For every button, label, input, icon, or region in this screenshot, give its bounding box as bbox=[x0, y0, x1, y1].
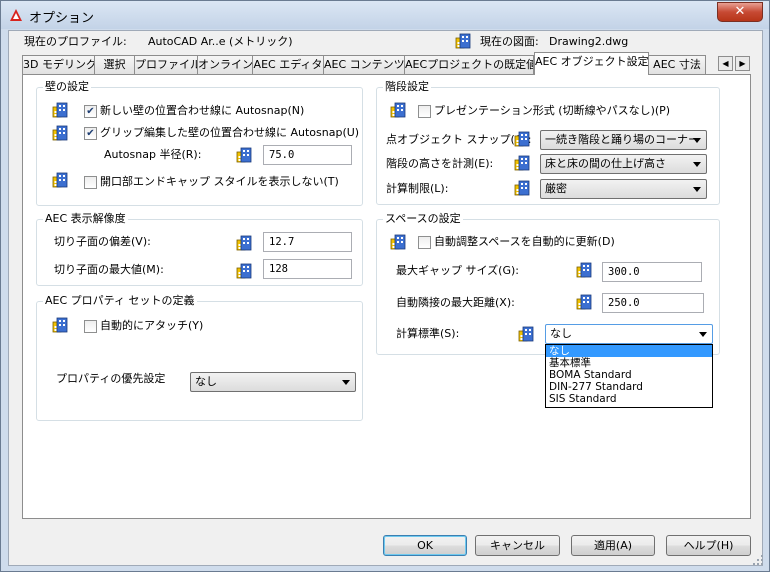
auto-attach-label[interactable]: 自動的にアタッチ(Y) bbox=[100, 319, 203, 333]
hide-endcap-checkbox[interactable] bbox=[84, 176, 97, 189]
help-button[interactable]: ヘルプ(H) bbox=[666, 535, 751, 556]
max-adjacency-input[interactable]: 250.0 bbox=[602, 293, 704, 313]
snap-new-wall-checkbox[interactable]: ✔ bbox=[84, 105, 97, 118]
current-drawing-label: 現在の図面: bbox=[480, 35, 539, 48]
max-gap-input[interactable]: 300.0 bbox=[602, 262, 702, 282]
building-icon bbox=[514, 131, 530, 147]
autosnap-radius-label: Autosnap 半径(R): bbox=[104, 148, 202, 161]
building-icon bbox=[236, 147, 252, 163]
apply-button[interactable]: 適用(A) bbox=[571, 535, 655, 556]
building-icon bbox=[52, 102, 68, 118]
auto-update-space-label[interactable]: 自動調整スペースを自動的に更新(D) bbox=[434, 235, 615, 249]
calc-limit-select[interactable]: 厳密 bbox=[540, 179, 707, 199]
presentation-checkbox[interactable] bbox=[418, 105, 431, 118]
building-icon bbox=[236, 263, 252, 279]
dropdown-option-din277[interactable]: DIN-277 Standard bbox=[546, 381, 712, 393]
calc-standard-value: なし bbox=[550, 327, 572, 340]
property-priority-value: なし bbox=[195, 375, 217, 388]
tab-3d-modeling[interactable]: 3D モデリング bbox=[22, 55, 95, 74]
facet-deviation-input[interactable]: 12.7 bbox=[263, 232, 352, 252]
chevron-down-icon bbox=[342, 380, 350, 385]
stair-height-select[interactable]: 床と床の間の仕上げ高さ bbox=[540, 154, 707, 174]
chevron-down-icon bbox=[699, 332, 707, 337]
window-title: オプション bbox=[29, 11, 95, 26]
ok-button[interactable]: OK bbox=[383, 535, 467, 556]
tab-aec-content[interactable]: AEC コンテンツ bbox=[323, 55, 405, 74]
autosnap-radius-input[interactable]: 75.0 bbox=[263, 145, 352, 165]
property-priority-select[interactable]: なし bbox=[190, 372, 356, 392]
building-icon bbox=[52, 172, 68, 188]
wall-settings-title: 壁の設定 bbox=[43, 80, 91, 94]
autocad-app-icon bbox=[10, 9, 22, 21]
auto-update-space-checkbox[interactable] bbox=[418, 236, 431, 249]
building-icon bbox=[514, 155, 530, 171]
object-snap-label: 点オブジェクト スナップ(O): bbox=[386, 133, 532, 146]
chevron-down-icon bbox=[693, 138, 701, 143]
object-snap-value: 一続き階段と踊り場のコーナー bbox=[545, 133, 699, 146]
property-set-title: AEC プロパティ セットの定義 bbox=[43, 294, 197, 308]
building-icon bbox=[455, 33, 471, 49]
building-icon bbox=[518, 326, 534, 342]
dropdown-option-sis[interactable]: SIS Standard bbox=[546, 393, 712, 405]
property-priority-label: プロパティの優先設定 bbox=[56, 372, 166, 385]
dropdown-option-basic[interactable]: 基本標準 bbox=[546, 357, 712, 369]
tab-scroll-right-button[interactable]: ▶ bbox=[735, 56, 750, 71]
calc-standard-label: 計算標準(S): bbox=[396, 327, 460, 340]
snap-new-wall-label[interactable]: 新しい壁の位置合わせ線に Autosnap(N) bbox=[100, 104, 304, 118]
facet-max-input[interactable]: 128 bbox=[263, 259, 352, 279]
snap-grip-wall-checkbox[interactable]: ✔ bbox=[84, 127, 97, 140]
building-icon bbox=[390, 102, 406, 118]
tab-online[interactable]: オンライン bbox=[197, 55, 253, 74]
dropdown-option-boma[interactable]: BOMA Standard bbox=[546, 369, 712, 381]
building-icon bbox=[52, 317, 68, 333]
calc-limit-value: 厳密 bbox=[545, 182, 567, 195]
building-icon bbox=[236, 235, 252, 251]
current-drawing-value: Drawing2.dwg bbox=[549, 35, 629, 48]
object-snap-select[interactable]: 一続き階段と踊り場のコーナー bbox=[540, 130, 707, 150]
calc-standard-dropdown-list: なし 基本標準 BOMA Standard DIN-277 Standard S… bbox=[545, 344, 713, 408]
tab-aec-object-settings[interactable]: AEC オブジェクト設定 bbox=[534, 52, 649, 75]
tab-profile[interactable]: プロファイル bbox=[134, 55, 198, 74]
building-icon bbox=[514, 180, 530, 196]
tab-scroll-left-button[interactable]: ◀ bbox=[718, 56, 733, 71]
tab-aec-dimension[interactable]: AEC 寸法 bbox=[648, 55, 706, 74]
calc-standard-select[interactable]: なし bbox=[545, 324, 713, 344]
calc-limit-label: 計算制限(L): bbox=[386, 182, 449, 195]
display-resolution-title: AEC 表示解像度 bbox=[43, 212, 128, 226]
tab-aec-editor[interactable]: AEC エディタ bbox=[252, 55, 324, 74]
cancel-button[interactable]: キャンセル bbox=[475, 535, 560, 556]
facet-max-label: 切り子面の最大値(M): bbox=[54, 263, 164, 276]
chevron-down-icon bbox=[693, 187, 701, 192]
building-icon bbox=[390, 234, 406, 250]
tab-selection[interactable]: 選択 bbox=[94, 55, 135, 74]
auto-attach-checkbox[interactable] bbox=[84, 320, 97, 333]
hide-endcap-label[interactable]: 開口部エンドキャップ スタイルを表示しない(T) bbox=[100, 175, 339, 189]
max-gap-label: 最大ギャップ サイズ(G): bbox=[396, 264, 519, 277]
stair-settings-title: 階段設定 bbox=[383, 80, 431, 94]
stair-height-value: 床と床の間の仕上げ高さ bbox=[545, 157, 666, 170]
building-icon bbox=[576, 262, 592, 278]
building-icon bbox=[52, 125, 68, 141]
building-icon bbox=[576, 294, 592, 310]
max-adjacency-label: 自動隣接の最大距離(X): bbox=[396, 296, 515, 309]
snap-grip-wall-label[interactable]: グリップ編集した壁の位置合わせ線に Autosnap(U) bbox=[100, 126, 359, 140]
title-bar[interactable]: オプション ✕ bbox=[1, 1, 769, 29]
presentation-label[interactable]: プレゼンテーション形式 (切断線やパスなし)(P) bbox=[434, 104, 670, 118]
chevron-down-icon bbox=[693, 162, 701, 167]
space-settings-title: スペースの設定 bbox=[383, 212, 463, 226]
close-button[interactable]: ✕ bbox=[717, 2, 763, 22]
tab-aec-project-defaults[interactable]: AECプロジェクトの既定値 bbox=[404, 55, 534, 74]
facet-deviation-label: 切り子面の偏差(V): bbox=[54, 235, 151, 248]
current-profile-value: AutoCAD Ar..e (メトリック) bbox=[148, 35, 293, 48]
stair-height-label: 階段の高さを計測(E): bbox=[386, 157, 494, 170]
current-profile-label: 現在のプロファイル: bbox=[24, 35, 127, 48]
dropdown-option-none[interactable]: なし bbox=[546, 345, 712, 357]
resize-grip-icon[interactable] bbox=[752, 554, 764, 566]
